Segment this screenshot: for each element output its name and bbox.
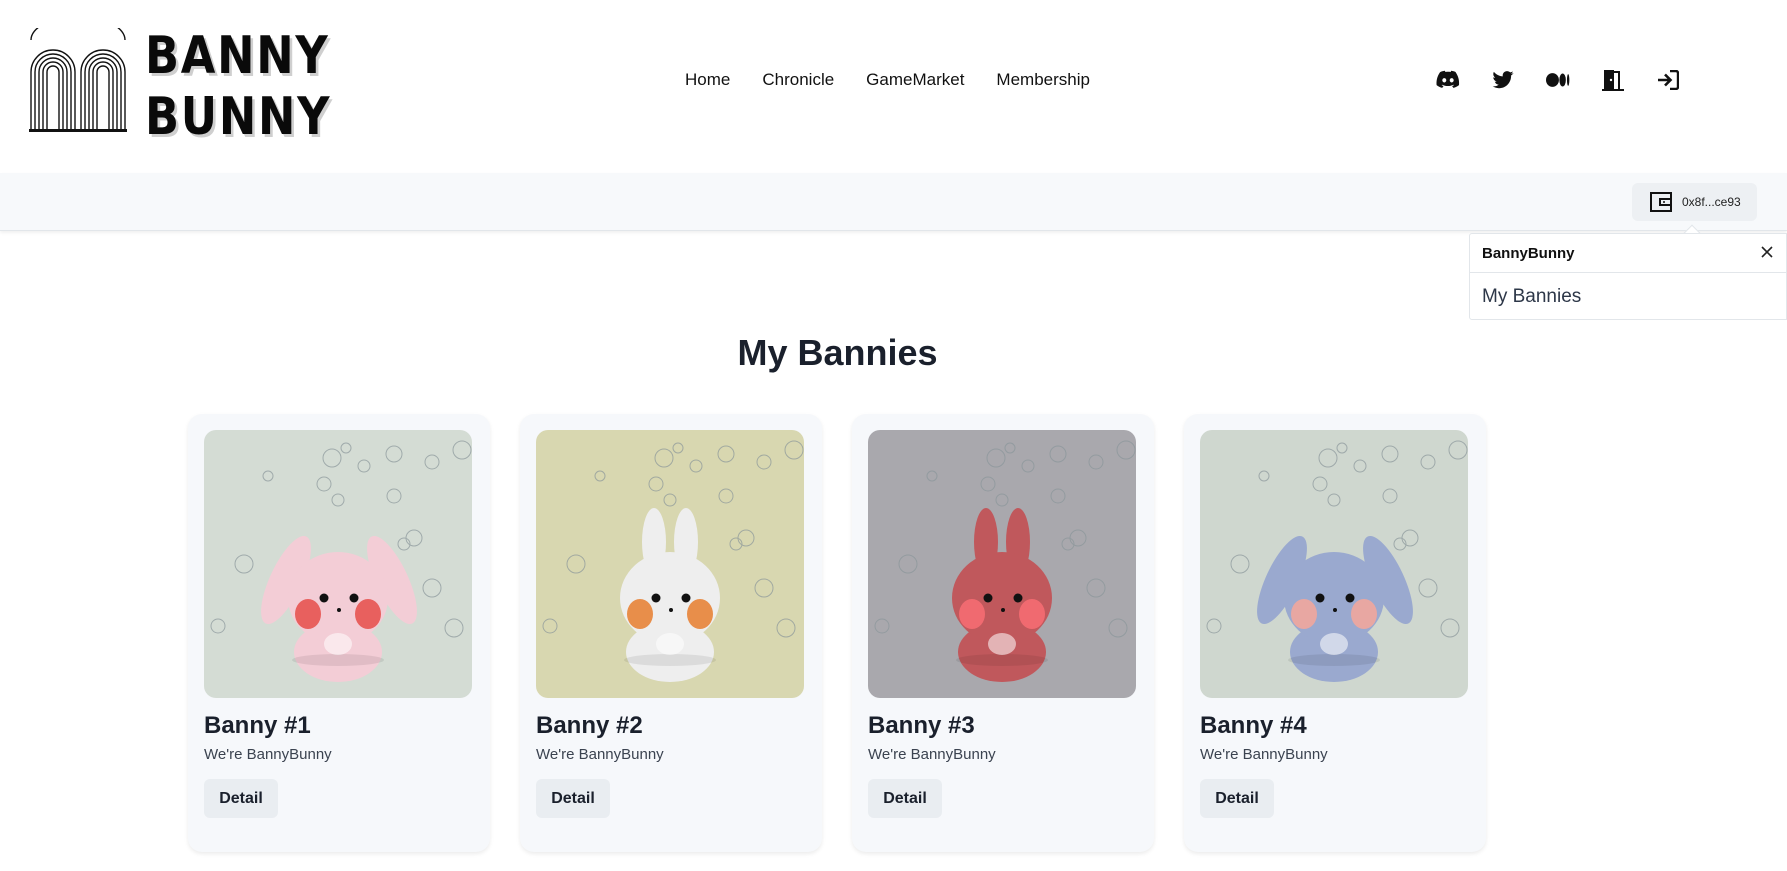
detail-button[interactable]: Detail bbox=[868, 779, 942, 818]
page-title: My Bannies bbox=[737, 332, 938, 373]
nft-card: Banny #2 We're BannyBunny Detail bbox=[520, 414, 822, 852]
dropdown-header: BannyBunny bbox=[1470, 234, 1786, 273]
close-icon[interactable] bbox=[1758, 243, 1776, 261]
dropdown-title: BannyBunny bbox=[1482, 244, 1575, 262]
card-title: Banny #2 bbox=[536, 712, 643, 739]
site-logo[interactable]: BANNY BUNNY bbox=[29, 26, 362, 148]
site-header: BANNY BUNNY Home Chronicle GameMarket Me… bbox=[0, 0, 1787, 173]
nft-image[interactable] bbox=[1200, 430, 1468, 698]
social-links bbox=[1436, 68, 1680, 92]
page: BANNY BUNNY Home Chronicle GameMarket Me… bbox=[0, 0, 1787, 871]
nft-image[interactable] bbox=[204, 430, 472, 698]
door-exit-icon[interactable] bbox=[1601, 68, 1625, 92]
nav-gamemarket[interactable]: GameMarket bbox=[866, 70, 964, 90]
nav-chronicle[interactable]: Chronicle bbox=[762, 70, 834, 90]
card-title: Banny #4 bbox=[1200, 712, 1307, 739]
nft-image[interactable] bbox=[536, 430, 804, 698]
logo-arch-icon bbox=[29, 28, 127, 132]
wallet-bar: 0x8f...ce93 bbox=[0, 173, 1787, 231]
nav-membership[interactable]: Membership bbox=[996, 70, 1090, 90]
detail-button[interactable]: Detail bbox=[204, 779, 278, 818]
card-subtitle: We're BannyBunny bbox=[536, 746, 664, 763]
dropdown-item-my-bannies[interactable]: My Bannies bbox=[1470, 273, 1786, 320]
card-subtitle: We're BannyBunny bbox=[1200, 746, 1328, 763]
logo-line-1: BANNY bbox=[145, 26, 330, 86]
discord-icon[interactable] bbox=[1436, 68, 1460, 92]
account-dropdown: BannyBunny My Bannies bbox=[1469, 233, 1787, 320]
nft-card: Banny #1 We're BannyBunny Detail bbox=[188, 414, 490, 852]
card-title: Banny #3 bbox=[868, 712, 975, 739]
detail-button[interactable]: Detail bbox=[536, 779, 610, 818]
logo-wordmark: BANNY BUNNY bbox=[145, 26, 331, 148]
card-subtitle: We're BannyBunny bbox=[204, 746, 332, 763]
card-subtitle: We're BannyBunny bbox=[868, 746, 996, 763]
wallet-icon bbox=[1650, 192, 1672, 212]
nav-home[interactable]: Home bbox=[685, 70, 730, 90]
twitter-icon[interactable] bbox=[1491, 68, 1515, 92]
nft-image[interactable] bbox=[868, 430, 1136, 698]
nft-card-grid: Banny #1 We're BannyBunny Detail Banny #… bbox=[188, 414, 1486, 852]
card-title: Banny #1 bbox=[204, 712, 311, 739]
nft-card: Banny #3 We're BannyBunny Detail bbox=[852, 414, 1154, 852]
logo-line-2: BUNNY bbox=[145, 87, 332, 147]
nft-card: Banny #4 We're BannyBunny Detail bbox=[1184, 414, 1486, 852]
wallet-button[interactable]: 0x8f...ce93 bbox=[1632, 183, 1757, 221]
medium-icon[interactable] bbox=[1546, 68, 1570, 92]
wallet-address: 0x8f...ce93 bbox=[1682, 195, 1741, 209]
detail-button[interactable]: Detail bbox=[1200, 779, 1274, 818]
main-nav: Home Chronicle GameMarket Membership bbox=[685, 70, 1090, 90]
login-icon[interactable] bbox=[1656, 68, 1680, 92]
